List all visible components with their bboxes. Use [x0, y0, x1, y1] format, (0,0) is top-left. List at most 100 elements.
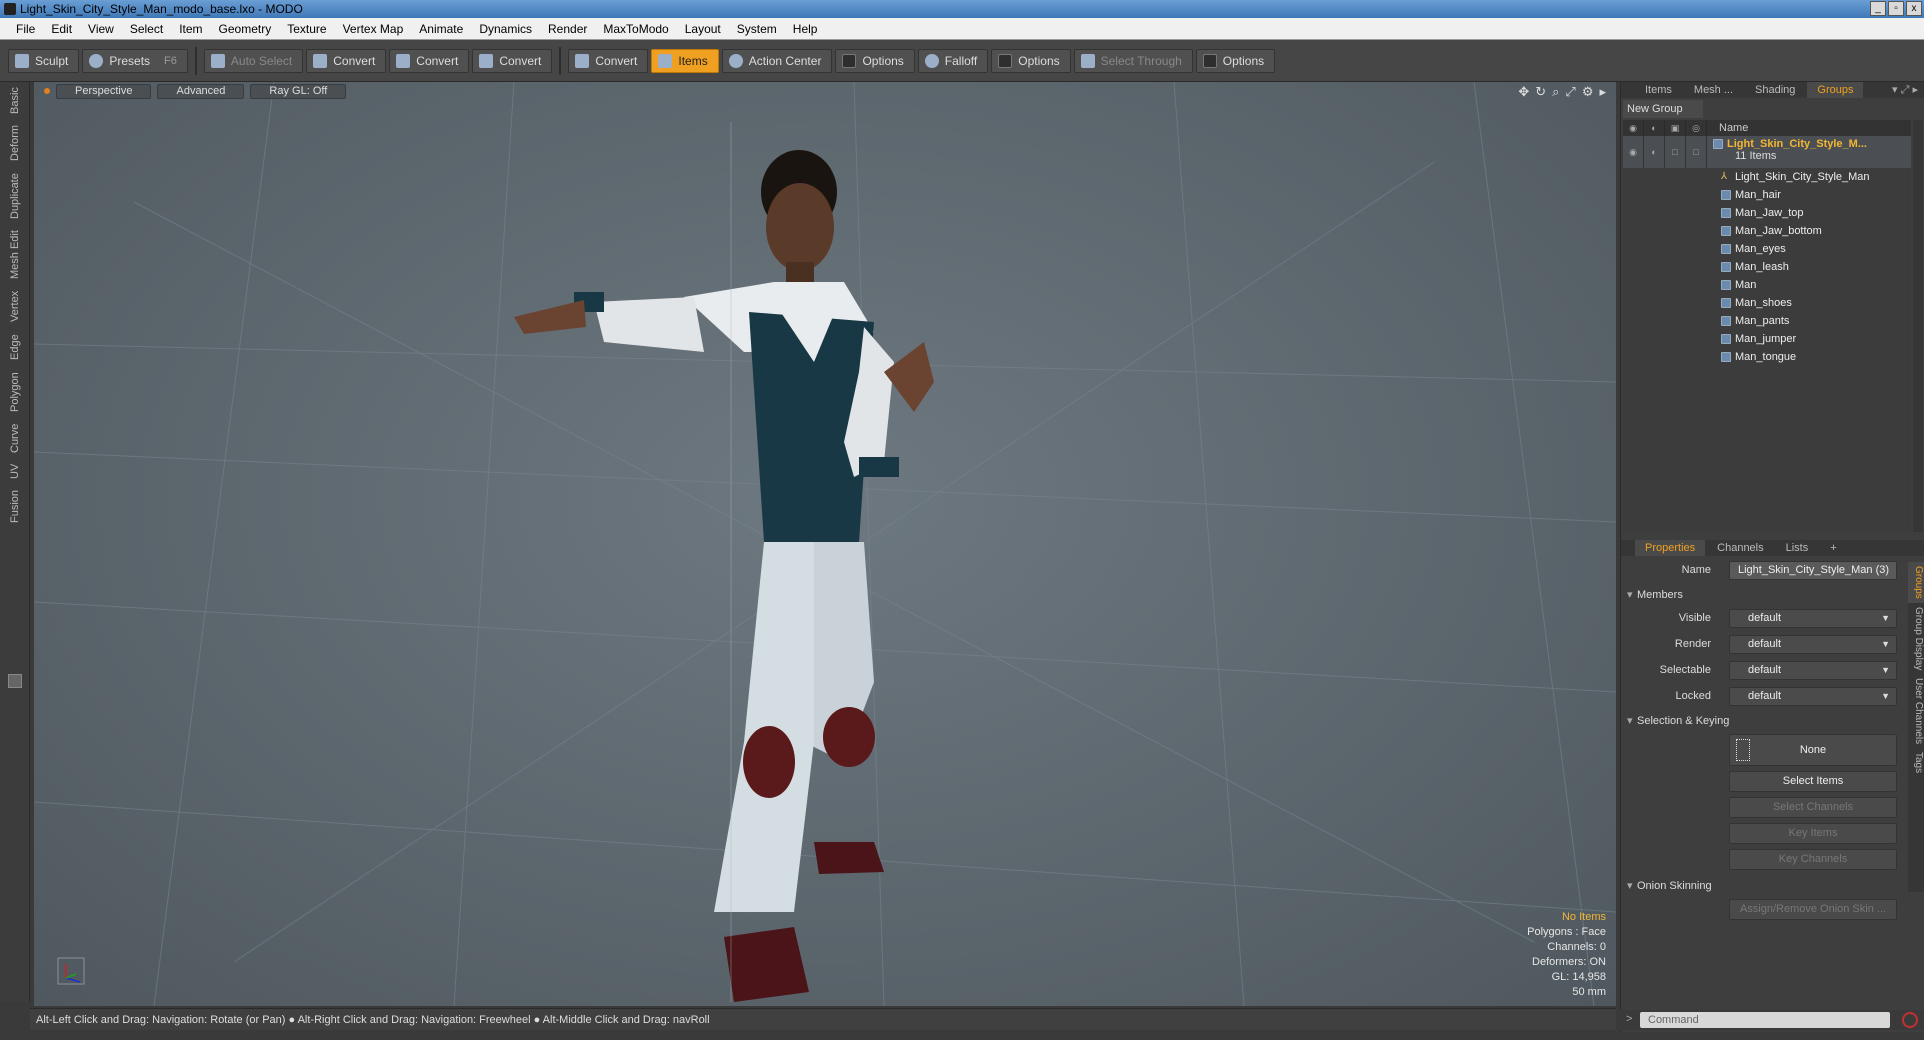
maximize-button[interactable]: ▫	[1888, 1, 1904, 16]
presets-button[interactable]: Presets F6	[82, 48, 188, 73]
convert-vertices-button[interactable]: Convert	[306, 48, 387, 73]
tab-edge[interactable]: Edge	[4, 330, 26, 364]
tab-curve[interactable]: Curve	[4, 420, 26, 456]
tab-basic[interactable]: Basic	[4, 84, 26, 118]
menu-select[interactable]: Select	[122, 18, 171, 40]
select-through-options-button[interactable]: Options	[1195, 48, 1276, 73]
select-items-button[interactable]: Select Items	[1729, 771, 1897, 792]
action-center-button[interactable]: Action Center	[721, 48, 833, 73]
falloff-options-button[interactable]: Options	[991, 48, 1071, 73]
panel-toggle-icon[interactable]	[8, 674, 22, 688]
list-item[interactable]: Man_jumper	[1623, 330, 1911, 348]
character-model[interactable]	[514, 122, 994, 1002]
action-center-options-button[interactable]: Options	[835, 48, 915, 73]
list-item[interactable]: Man_leash	[1623, 258, 1911, 276]
list-item[interactable]: Man_Jaw_top	[1623, 204, 1911, 222]
tab-properties[interactable]: Properties	[1635, 540, 1706, 556]
view-type-tab[interactable]: Perspective	[56, 83, 152, 99]
menu-item[interactable]: Item	[171, 18, 210, 40]
tab-lists[interactable]: Lists	[1776, 540, 1819, 556]
selection-keying-section[interactable]: Selection & Keying	[1621, 710, 1901, 732]
menu-maxtomodo[interactable]: MaxToModo	[595, 18, 676, 40]
tab-vertex[interactable]: Vertex	[4, 286, 26, 326]
key-channels-button[interactable]: Key Channels	[1729, 849, 1897, 870]
menu-view[interactable]: View	[80, 18, 122, 40]
tab-uv[interactable]: UV	[4, 460, 26, 482]
menu-system[interactable]: System	[729, 18, 785, 40]
viewport-menu-dot[interactable]	[44, 88, 50, 94]
menu-file[interactable]: File	[8, 18, 43, 40]
tab-fusion[interactable]: Fusion	[4, 486, 26, 526]
side-tab-groups[interactable]: Groups	[1908, 562, 1924, 603]
shading-mode-tab[interactable]: Advanced	[157, 83, 245, 99]
group-row[interactable]: ◉ ◐ □ □ Light_Skin_City_Style_M... 11 Items	[1623, 136, 1911, 168]
menu-dynamics[interactable]: Dynamics	[471, 18, 540, 40]
pan-icon[interactable]: ✥	[1518, 84, 1529, 100]
list-item[interactable]: ⅄ Light_Skin_City_Style_Man	[1623, 168, 1911, 186]
name-column-header[interactable]: Name	[1707, 122, 1748, 134]
lock-toggle[interactable]: □	[1665, 136, 1686, 168]
tab-duplicate[interactable]: Duplicate	[4, 168, 26, 224]
tab-deform[interactable]: Deform	[4, 122, 26, 164]
convert-edges-button[interactable]: Convert	[389, 48, 470, 73]
expand-arrow-icon[interactable]: ▸	[1599, 84, 1606, 100]
members-section[interactable]: Members	[1621, 584, 1901, 606]
menu-texture[interactable]: Texture	[279, 18, 334, 40]
tab-shading[interactable]: Shading	[1745, 82, 1805, 98]
side-tab-tags[interactable]: Tags	[1908, 748, 1924, 777]
panel-options-icon[interactable]: ▾ ⤢ ▸	[1892, 82, 1918, 98]
convert-items-button[interactable]: Convert	[568, 48, 649, 73]
list-scrollbar[interactable]	[1913, 120, 1923, 532]
menu-animate[interactable]: Animate	[411, 18, 471, 40]
list-item[interactable]: Man_pants	[1623, 312, 1911, 330]
viewport-settings-icon[interactable]: ⚙	[1582, 84, 1594, 100]
side-tab-user-channels[interactable]: User Channels	[1908, 674, 1924, 748]
render-toggle[interactable]: ◐	[1644, 136, 1665, 168]
list-item[interactable]: Man_hair	[1623, 186, 1911, 204]
convert-polygons-button[interactable]: Convert	[472, 48, 553, 73]
3d-viewport[interactable]: Perspective Advanced Ray GL: Off ✥ ↻ ⌕ ⤢…	[34, 82, 1616, 1006]
menu-help[interactable]: Help	[785, 18, 826, 40]
menu-render[interactable]: Render	[540, 18, 595, 40]
maximize-viewport-icon[interactable]: ⤢	[1565, 84, 1575, 100]
render-icon[interactable]: ◐	[1644, 120, 1665, 136]
falloff-button[interactable]: Falloff	[917, 48, 989, 73]
render-dropdown[interactable]: default ▼	[1729, 635, 1897, 654]
key-items-button[interactable]: Key Items	[1729, 823, 1897, 844]
select-through-button[interactable]: Select Through	[1073, 48, 1193, 73]
list-item[interactable]: Man_tongue	[1623, 348, 1911, 366]
list-item[interactable]: Man_shoes	[1623, 294, 1911, 312]
auto-select-button[interactable]: Auto Select	[203, 48, 304, 73]
items-mode-button[interactable]: Items	[651, 48, 719, 73]
lock-icon[interactable]: ▣	[1665, 120, 1686, 136]
list-item[interactable]: Man_Jaw_bottom	[1623, 222, 1911, 240]
menu-geometry[interactable]: Geometry	[211, 18, 280, 40]
command-input[interactable]: Command	[1640, 1012, 1890, 1028]
side-tab-group-display[interactable]: Group Display	[1908, 603, 1924, 674]
onion-skinning-section[interactable]: Onion Skinning	[1621, 875, 1901, 897]
command-history-icon[interactable]	[1902, 1012, 1918, 1028]
tab-polygon[interactable]: Polygon	[4, 368, 26, 416]
name-field[interactable]: Light_Skin_City_Style_Man (3)	[1729, 561, 1897, 580]
zoom-icon[interactable]: ⌕	[1552, 84, 1559, 100]
list-item[interactable]: Man	[1623, 276, 1911, 294]
menu-edit[interactable]: Edit	[43, 18, 80, 40]
selectable-dropdown[interactable]: default ▼	[1729, 661, 1897, 680]
raygl-toggle-tab[interactable]: Ray GL: Off	[250, 83, 347, 99]
visible-dropdown[interactable]: default ▼	[1729, 609, 1897, 628]
rotate-icon[interactable]: ↻	[1535, 84, 1546, 100]
list-item[interactable]: Man_eyes	[1623, 240, 1911, 258]
menu-layout[interactable]: Layout	[677, 18, 729, 40]
new-group-button[interactable]: New Group	[1623, 100, 1703, 118]
close-button[interactable]: x	[1906, 1, 1922, 16]
tab-channels[interactable]: Channels	[1707, 540, 1773, 556]
tab-items[interactable]: Items	[1635, 82, 1682, 98]
eye-icon[interactable]: ◉	[1623, 120, 1644, 136]
visibility-toggle[interactable]: ◉	[1623, 136, 1644, 168]
tab-mesh-edit[interactable]: Mesh Edit	[4, 228, 26, 282]
add-tab-button[interactable]: +	[1820, 540, 1846, 556]
select-toggle[interactable]: □	[1686, 136, 1707, 168]
sculpt-button[interactable]: Sculpt	[8, 48, 80, 73]
select-icon[interactable]: ◎	[1686, 120, 1707, 136]
menu-vertex-map[interactable]: Vertex Map	[335, 18, 412, 40]
